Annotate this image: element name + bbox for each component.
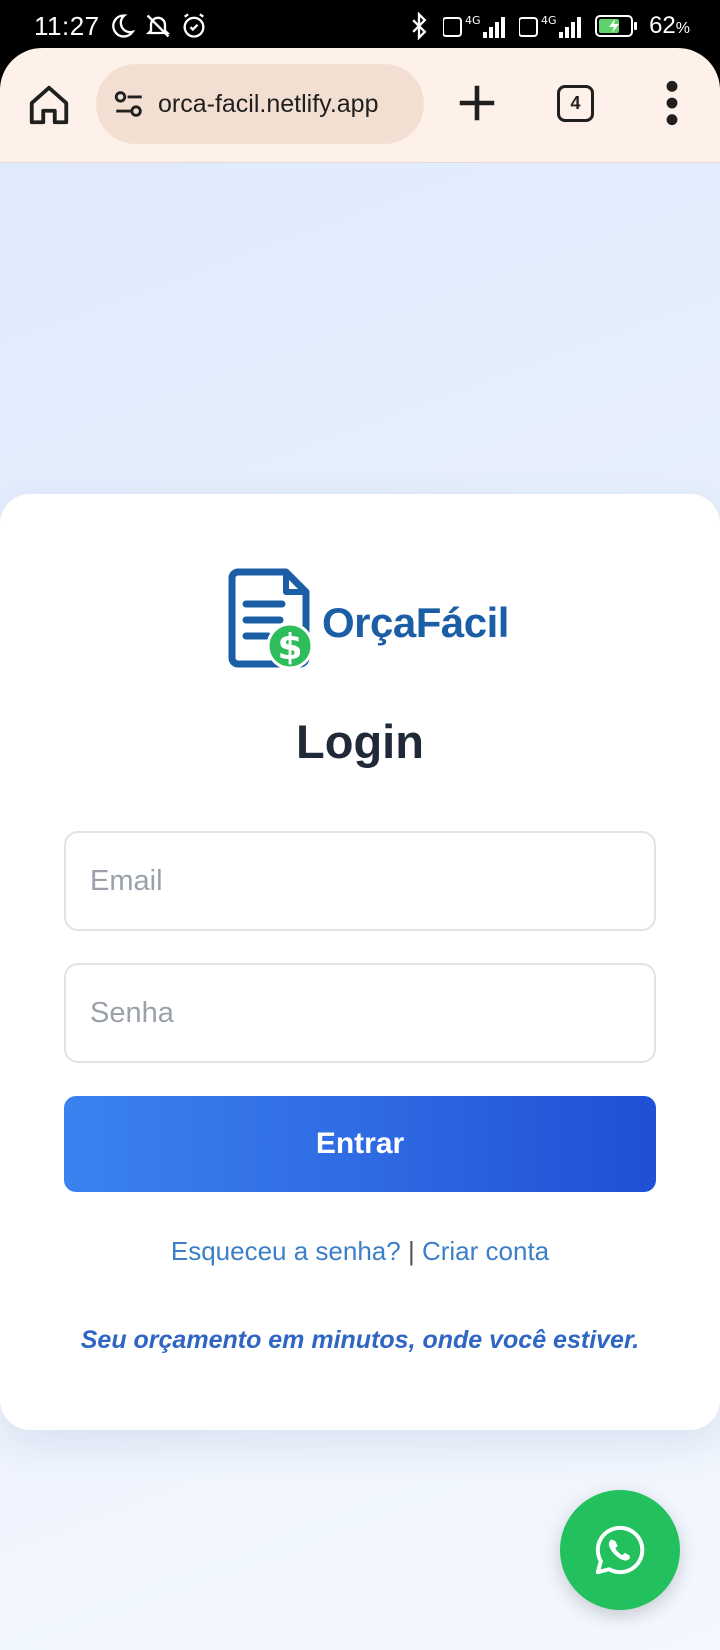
tab-count: 4 — [570, 93, 581, 113]
tagline: Seu orçamento em minutos, onde você esti… — [80, 1326, 640, 1354]
address-bar[interactable]: orca-facil.netlify.app — [96, 64, 424, 144]
svg-text:$: $ — [277, 627, 302, 668]
status-bar: 11:27 4G 4G 62% — [0, 0, 720, 52]
forgot-password-link[interactable]: Esqueceu a senha? — [171, 1236, 401, 1266]
email-field[interactable] — [64, 831, 656, 931]
mute-icon — [145, 14, 170, 38]
logo-wordmark: OrçaFácil — [322, 599, 509, 646]
password-field[interactable] — [64, 963, 656, 1063]
url-text[interactable]: orca-facil.netlify.app — [158, 90, 378, 119]
moon-icon — [111, 14, 135, 38]
alarm-icon — [183, 13, 205, 38]
battery-value: 62 — [649, 12, 676, 39]
tab-switcher-button[interactable]: 4 — [557, 85, 594, 122]
home-icon[interactable] — [26, 82, 72, 128]
whatsapp-button[interactable] — [560, 1490, 680, 1610]
network-label-2: 4G — [541, 14, 557, 27]
status-time: 11:27 — [34, 10, 100, 41]
status-right: 4G 4G 62% — [405, 12, 690, 40]
more-menu-icon[interactable] — [654, 78, 690, 128]
signal-icon-2: 4G — [519, 14, 582, 38]
signal-icon-1: 4G — [443, 14, 506, 38]
battery-percent: 62% — [649, 12, 690, 40]
link-separator: | — [407, 1236, 415, 1266]
login-card: $ OrçaFácil Login Entrar Esqueceu a senh… — [0, 494, 720, 1430]
status-left: 11:27 — [34, 11, 208, 42]
app-logo: $ OrçaFácil — [226, 568, 509, 672]
site-settings-icon[interactable] — [112, 87, 146, 121]
page-background: $ OrçaFácil Login Entrar Esqueceu a senh… — [0, 163, 720, 1650]
bluetooth-icon — [412, 12, 427, 40]
page-title: Login — [296, 715, 424, 768]
login-button[interactable]: Entrar — [64, 1096, 656, 1192]
browser-toolbar: orca-facil.netlify.app 4 — [0, 48, 720, 163]
network-label-1: 4G — [465, 14, 481, 27]
new-tab-icon[interactable] — [454, 80, 500, 126]
auth-links: Esqueceu a senha? | Criar conta — [0, 1236, 720, 1267]
document-dollar-icon: $ — [228, 568, 314, 670]
battery-unit: % — [675, 20, 690, 37]
whatsapp-icon — [595, 1525, 645, 1575]
battery-icon — [595, 15, 638, 37]
create-account-link[interactable]: Criar conta — [422, 1236, 549, 1266]
